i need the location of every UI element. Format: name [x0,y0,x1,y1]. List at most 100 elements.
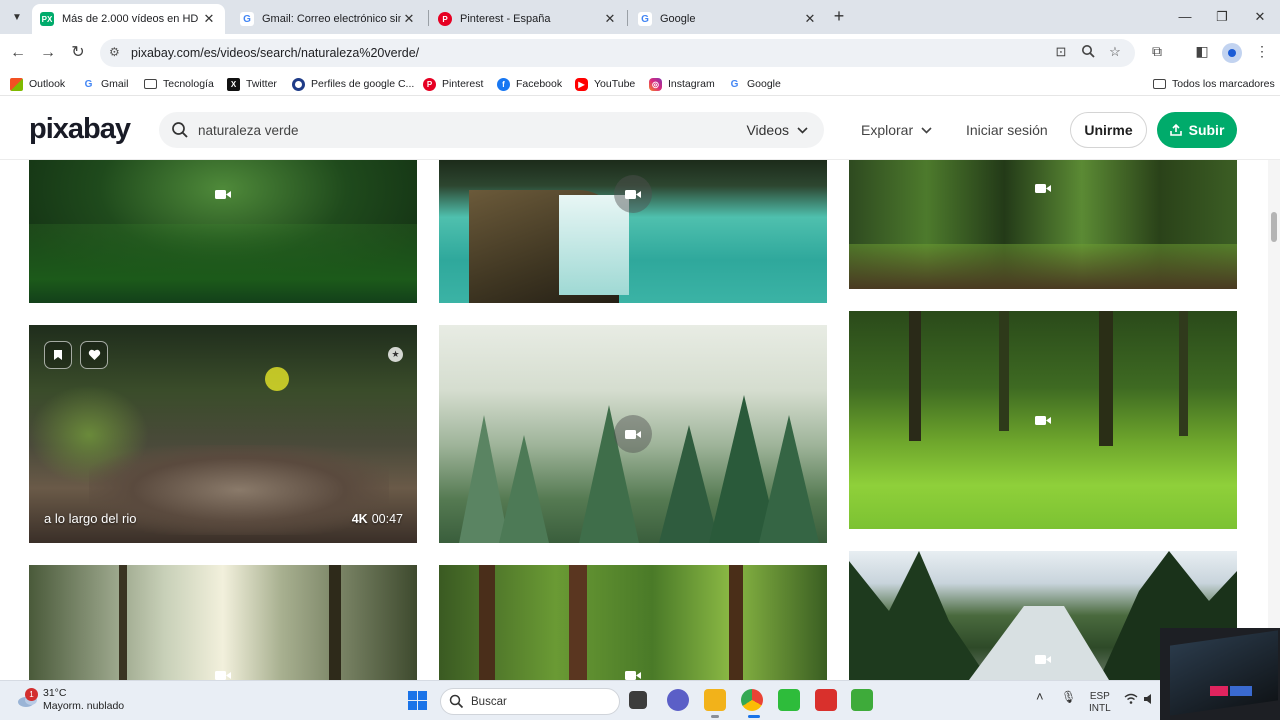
bookmark-label: Instagram [668,78,715,90]
reload-button[interactable]: ↻ [67,42,89,64]
wifi-icon[interactable] [1124,693,1138,709]
tab-title: Gmail: Correo electrónico sin co [262,13,401,25]
bookmarks-bar: Outlook G Gmail Tecnología X Twitter Per… [0,72,1280,96]
tab-search-chevron-icon[interactable]: ▼ [6,6,28,28]
join-button[interactable]: Unirme [1070,112,1147,148]
menu-kebab-icon[interactable]: ⋮ [1252,43,1272,63]
media-type-dropdown[interactable]: Videos [746,122,808,138]
app-running-indicator [711,715,719,718]
profile-avatar[interactable] [1222,43,1242,63]
microphone-icon[interactable]: 🎙 [1061,691,1076,703]
youtube-icon: ▶ [575,77,588,91]
tab-pinterest[interactable]: P Pinterest - España ✕ [430,4,626,34]
url-text: pixabay.com/es/videos/search/naturaleza%… [131,46,420,60]
task-view-icon[interactable] [629,691,647,709]
file-explorer-icon[interactable] [704,689,726,711]
zoom-icon[interactable] [1079,44,1097,62]
video-card-sunlit-forest[interactable] [29,565,417,680]
close-window-button[interactable]: ✕ [1245,6,1275,28]
chevron-down-icon [797,126,808,134]
video-card-grass-forest[interactable] [849,311,1237,529]
android-app-icon[interactable] [851,689,873,711]
pinterest-favicon-icon: P [438,12,452,26]
cloud-icon: 1 [16,688,40,708]
upload-label: Subir [1188,122,1225,138]
browser-toolbar: ← → ↻ ⚙ pixabay.com/es/videos/search/nat… [0,34,1280,72]
back-button[interactable]: ← [7,42,29,64]
tab-close-icon[interactable]: ✕ [201,11,217,27]
folder-icon [1153,79,1166,89]
search-icon [449,694,464,709]
tab-separator [627,10,628,26]
bookmark-outlook[interactable]: Outlook [10,76,65,92]
bookmark-perfiles-google[interactable]: Perfiles de google C... [292,76,414,92]
forward-button[interactable]: → [37,42,59,64]
page-scrollbar[interactable] [1268,160,1280,680]
x-icon: X [227,77,240,91]
video-quality-badge: 4K [351,512,368,526]
tab-close-icon[interactable]: ✕ [802,11,818,27]
bookmark-pinterest[interactable]: P Pinterest [423,76,483,92]
tab-close-icon[interactable]: ✕ [401,11,417,27]
site-header: pixabay naturaleza verde Videos Explorar… [0,96,1280,160]
pixabay-favicon-icon: PX [40,12,54,26]
language-indicator[interactable]: ESP INTL [1089,691,1111,715]
extensions-icon[interactable]: ⧉ [1147,43,1167,63]
pixabay-logo[interactable]: pixabay [29,112,131,146]
all-bookmarks-folder[interactable]: Todos los marcadores [1153,76,1275,92]
video-card-waterfall[interactable] [439,160,827,303]
green-app-icon[interactable] [778,689,800,711]
language-code: ESP [1089,691,1110,702]
google-favicon-icon: G [638,12,652,26]
bookmark-google[interactable]: G Google [728,76,781,92]
explore-menu[interactable]: Explorar [861,122,932,138]
video-card-pine-forest[interactable] [849,160,1237,289]
weather-widget[interactable]: 1 31°C Mayorm. nublado [16,687,124,713]
cursor-highlight [265,367,289,391]
red-app-icon[interactable] [815,689,837,711]
bookmark-tecnologia[interactable]: Tecnología [144,76,214,92]
bookmark-gmail[interactable]: G Gmail [82,76,128,92]
tab-title: Google [660,13,696,25]
minimize-button[interactable]: — [1170,6,1200,28]
tab-close-icon[interactable]: ✕ [602,11,618,27]
bookmark-facebook[interactable]: f Facebook [497,76,562,92]
maximize-button[interactable]: ❐ [1207,6,1237,28]
video-card-tall-trees[interactable] [439,565,827,680]
bookmark-twitter[interactable]: X Twitter [227,76,277,92]
tab-google[interactable]: G Google ✕ [630,4,826,34]
scrollbar-thumb[interactable] [1271,212,1277,242]
video-card-river-featured[interactable]: ★ a lo largo del rio 4K 00:47 [29,325,417,543]
bookmark-label: YouTube [594,78,636,90]
teams-icon[interactable] [667,689,689,711]
bookmark-label: Tecnología [163,78,214,90]
login-link[interactable]: Iniciar sesión [966,122,1048,138]
tab-pixabay[interactable]: PX Más de 2.000 vídeos en HD y 4 ✕ [32,4,225,34]
video-card-misty-forest[interactable] [439,325,827,543]
bookmark-video-button[interactable] [44,341,72,369]
side-panel-icon[interactable]: ◧ [1192,43,1212,63]
video-card-forest-path[interactable] [29,160,417,303]
install-app-icon[interactable]: ⊡ [1052,44,1070,62]
bookmark-star-icon[interactable]: ☆ [1106,44,1124,62]
bookmark-label: Gmail [101,78,129,90]
windows-start-icon[interactable] [408,691,427,710]
bookmark-instagram[interactable]: ◎ Instagram [649,76,715,92]
address-bar[interactable]: ⚙ pixabay.com/es/videos/search/naturalez… [100,39,1135,67]
site-info-icon[interactable]: ⚙ [109,45,120,59]
taskbar-search[interactable]: Buscar [440,688,620,715]
upload-icon [1169,124,1182,136]
chrome-icon[interactable] [741,689,763,711]
instagram-icon: ◎ [649,77,662,91]
tab-separator [428,10,429,26]
new-tab-button[interactable]: + [829,7,849,27]
bookmark-youtube[interactable]: ▶ YouTube [575,76,635,92]
search-input[interactable]: naturaleza verde [198,123,299,138]
tray-chevron-up-icon[interactable]: ˄ [1036,690,1044,703]
upload-button[interactable]: Subir [1157,112,1237,148]
tab-gmail[interactable]: G Gmail: Correo electrónico sin co ✕ [232,4,425,34]
speaker-icon[interactable] [1144,693,1154,709]
video-camera-icon [204,175,242,213]
search-bar[interactable]: naturaleza verde Videos [159,112,824,148]
like-video-button[interactable] [80,341,108,369]
